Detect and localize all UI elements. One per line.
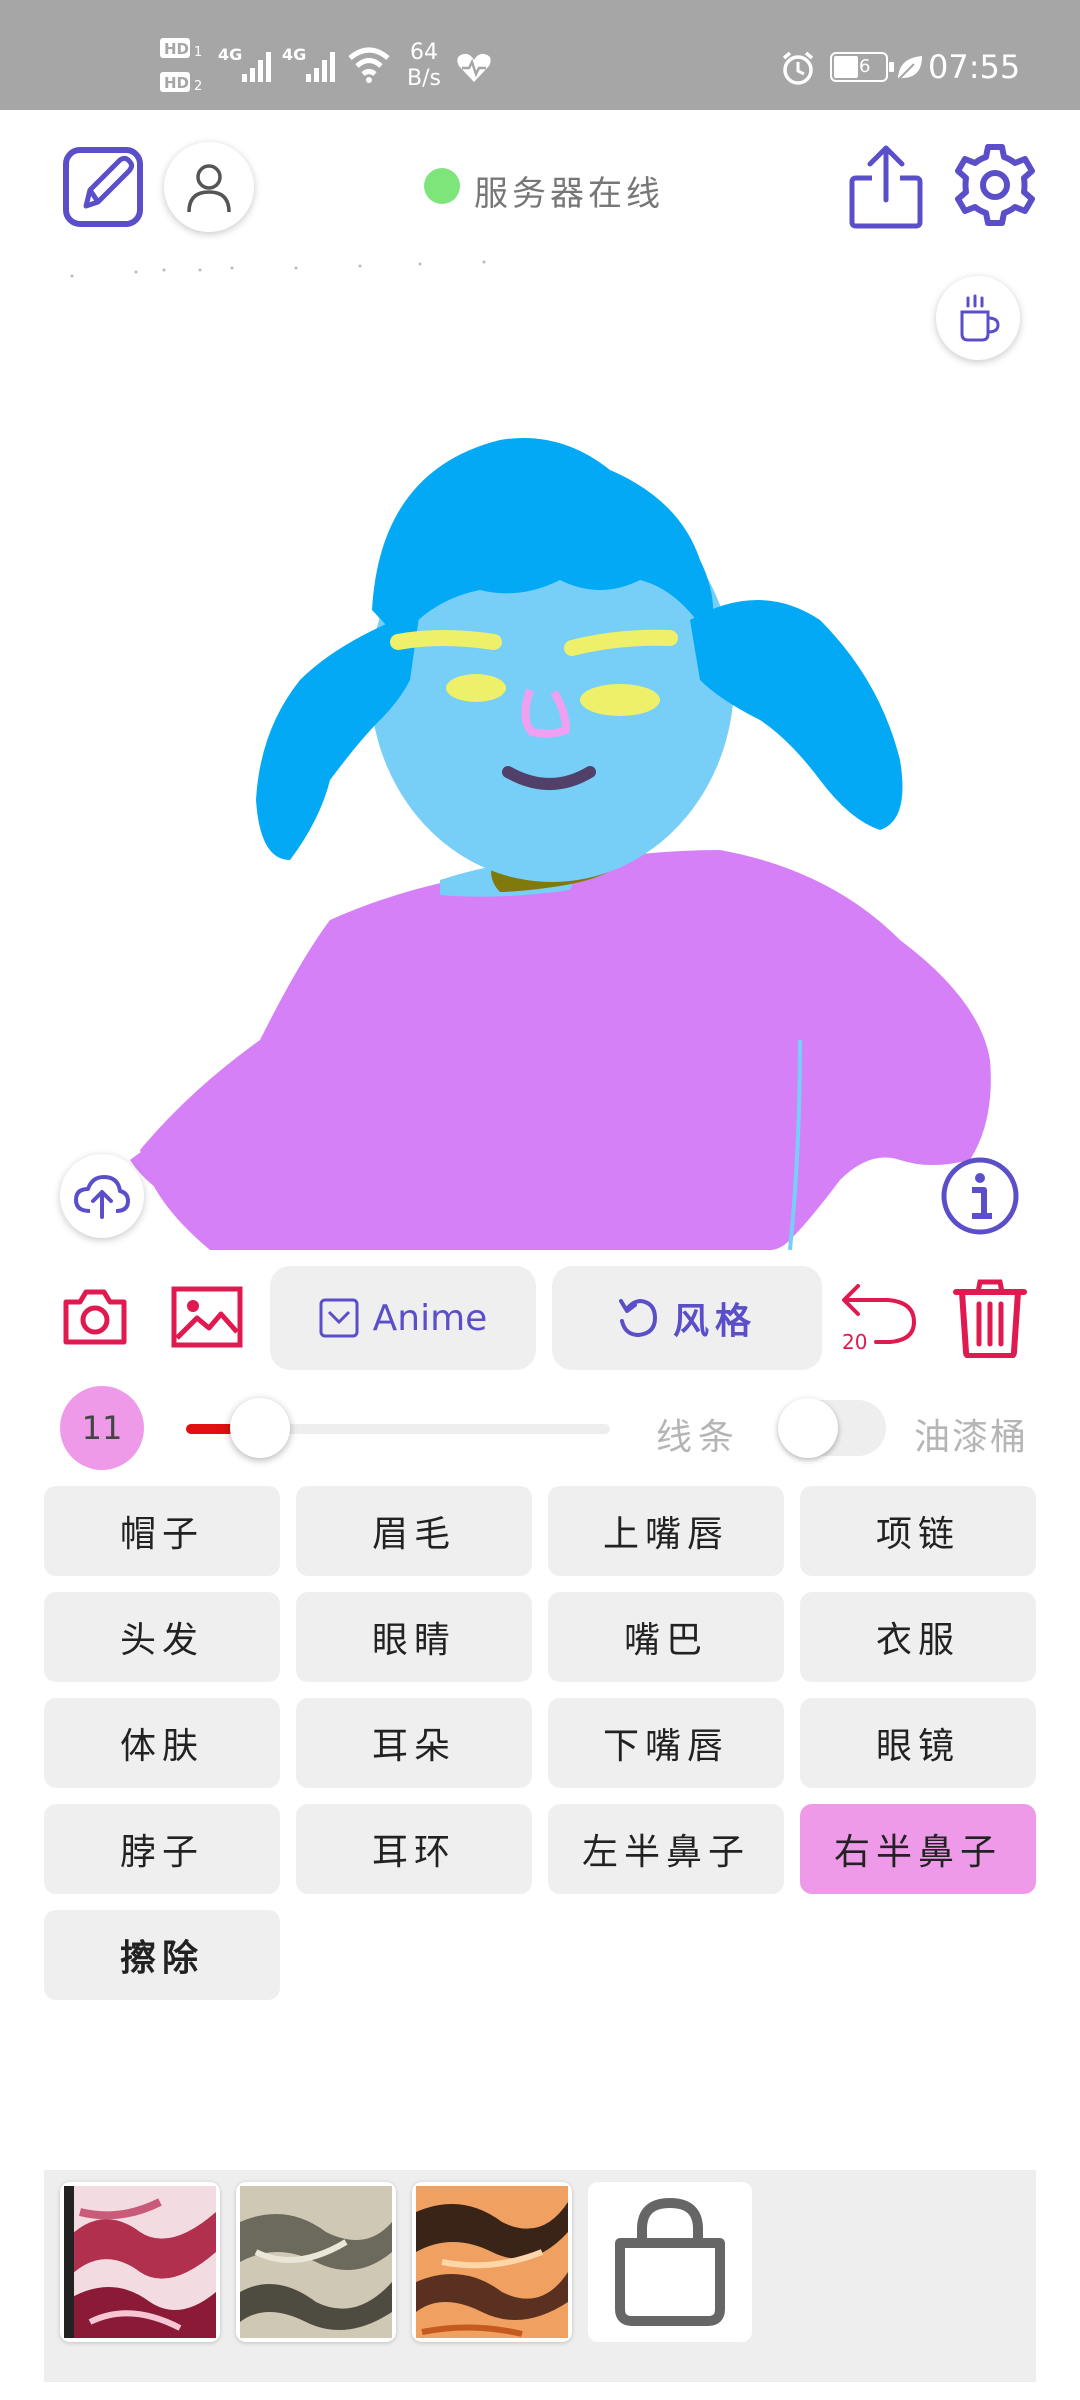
sim2-text: 2: [194, 79, 202, 94]
part-button[interactable]: 眼镜: [800, 1698, 1036, 1788]
clock: 07:55: [928, 48, 1021, 86]
brush-size-value: 11: [81, 1409, 123, 1447]
share-icon: [849, 145, 923, 229]
coffee-icon: [960, 294, 1000, 342]
part-button[interactable]: 擦除: [44, 1910, 280, 2000]
part-button[interactable]: 耳环: [296, 1804, 532, 1894]
settings-button[interactable]: [952, 142, 1038, 228]
hd2-text: HD: [164, 74, 189, 92]
part-button[interactable]: 眼睛: [296, 1592, 532, 1682]
cloud-upload-icon: [74, 1175, 130, 1219]
part-button[interactable]: 体肤: [44, 1698, 280, 1788]
upload-button[interactable]: [60, 1154, 144, 1238]
texture-swatch-2-pattern: [240, 2186, 392, 2338]
texture-swatch-1-pattern: [64, 2186, 216, 2338]
drawing-artwork: [70, 260, 991, 1251]
edit-icon: [63, 147, 143, 227]
wifi-icon: [348, 47, 390, 83]
gear-icon: [955, 144, 1035, 226]
profile-button[interactable]: [164, 142, 254, 232]
part-button[interactable]: 嘴巴: [548, 1592, 784, 1682]
trash-icon: [953, 1279, 1027, 1358]
brush-size-indicator: 11: [60, 1386, 144, 1470]
signal-1-icon: 4G: [218, 45, 271, 82]
anime-label: Anime: [372, 1297, 488, 1339]
net-speed: 64 B/s: [404, 40, 444, 92]
part-button[interactable]: 项链: [800, 1486, 1036, 1576]
battery-icon: 46: [830, 52, 894, 82]
texture-swatch-1[interactable]: [60, 2182, 220, 2342]
edit-button[interactable]: [60, 142, 150, 232]
status-bar: HD HD 1 2 4G 4G 64 B/s 46 07:55: [0, 0, 1080, 110]
fill-mode-toggle-thumb[interactable]: [778, 1398, 838, 1458]
style-label: 风格: [672, 1300, 757, 1342]
camera-button[interactable]: [60, 1282, 130, 1352]
image-icon: [171, 1286, 243, 1348]
part-button[interactable]: 耳朵: [296, 1698, 532, 1788]
texture-swatch-2[interactable]: [236, 2182, 396, 2342]
bucket-mode-label: 油漆桶: [914, 1417, 1029, 1458]
checkbox-icon: [319, 1298, 359, 1338]
alarm-icon: [782, 51, 814, 85]
texture-swatch-3[interactable]: [412, 2182, 572, 2342]
part-button[interactable]: 上嘴唇: [548, 1486, 784, 1576]
net1-text: 4G: [218, 45, 242, 64]
undo-button[interactable]: 20: [840, 1276, 920, 1360]
hd-badge-icon: HD HD 1 2: [160, 38, 202, 94]
part-button[interactable]: 右半鼻子: [800, 1804, 1036, 1894]
style-button[interactable]: 风格: [552, 1266, 822, 1370]
hd1-text: HD: [164, 40, 189, 58]
part-button[interactable]: 左半鼻子: [548, 1804, 784, 1894]
more-textures-button[interactable]: [588, 2182, 752, 2342]
leaf-icon: [897, 56, 922, 81]
part-button[interactable]: 头发: [44, 1592, 280, 1682]
drawing-canvas[interactable]: [0, 260, 1080, 1251]
share-button[interactable]: [848, 144, 924, 230]
signal-2-icon: 4G: [282, 45, 335, 82]
anime-model-button[interactable]: Anime: [270, 1266, 536, 1370]
info-icon: [941, 1157, 1019, 1235]
bag-icon: [615, 2197, 725, 2326]
line-mode-label: 线条: [656, 1417, 741, 1458]
gallery-button[interactable]: [170, 1284, 244, 1350]
refresh-icon: [618, 1298, 657, 1338]
part-button[interactable]: 下嘴唇: [548, 1698, 784, 1788]
part-button[interactable]: 帽子: [44, 1486, 280, 1576]
clear-button[interactable]: [950, 1276, 1030, 1360]
part-button[interactable]: 脖子: [44, 1804, 280, 1894]
texture-swatch-3-pattern: [416, 2186, 568, 2338]
net-speed-value: 64: [410, 40, 438, 65]
net2-text: 4G: [282, 45, 306, 64]
sim1-text: 1: [194, 45, 202, 60]
net-speed-unit: B/s: [407, 66, 441, 91]
coffee-button[interactable]: [936, 276, 1020, 360]
undo-count: 20: [842, 1330, 868, 1354]
user-icon: [187, 164, 231, 213]
part-button[interactable]: 眉毛: [296, 1486, 532, 1576]
battery-level: 46: [847, 56, 871, 77]
info-button[interactable]: [940, 1156, 1020, 1236]
health-icon: [457, 53, 491, 82]
server-status-dot: [424, 168, 460, 204]
brush-size-thumb[interactable]: [230, 1398, 290, 1458]
camera-icon: [63, 1289, 127, 1345]
part-button[interactable]: 衣服: [800, 1592, 1036, 1682]
server-status-text: 服务器在线: [474, 174, 664, 214]
